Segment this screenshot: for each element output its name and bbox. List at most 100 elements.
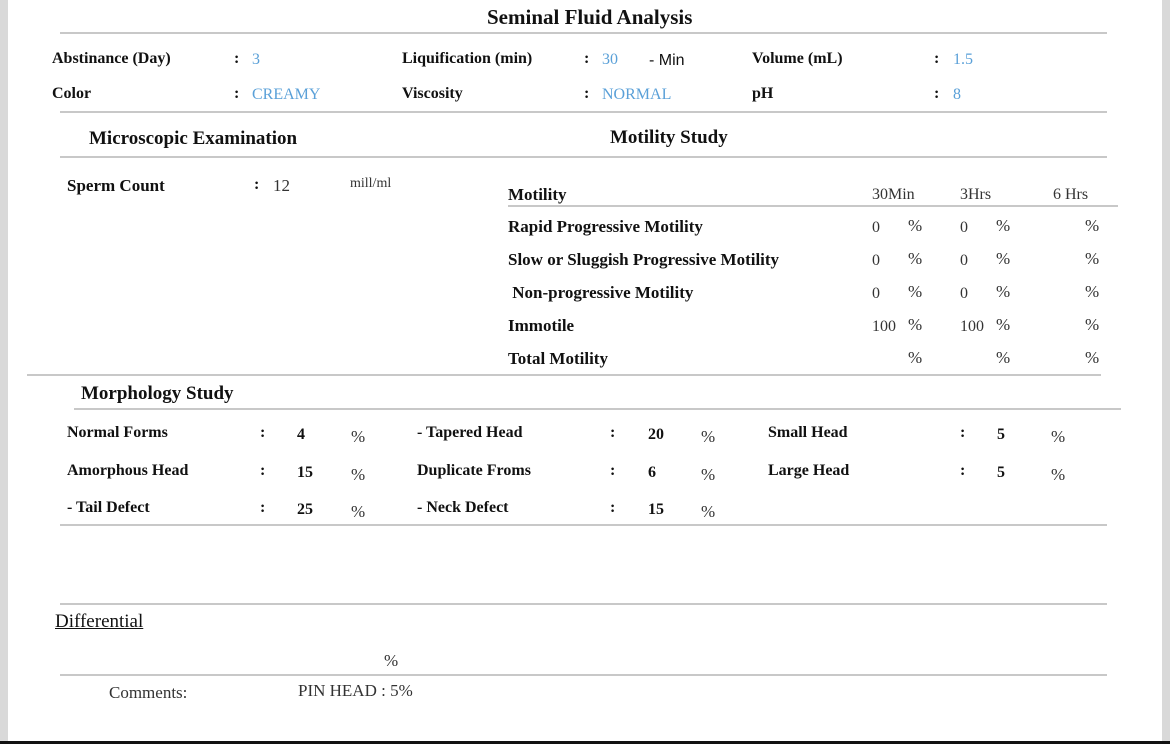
morphology-value: 25 — [297, 501, 313, 518]
divider — [60, 524, 1107, 526]
percent-sign: % — [1085, 282, 1100, 301]
percent-sign: % — [701, 502, 716, 521]
motility-value: 100 — [960, 318, 984, 335]
ph-label: pH — [752, 85, 774, 102]
liquification-label: Liquification (min) — [402, 50, 533, 67]
percent-sign: % — [1051, 427, 1066, 446]
motility-row-label: Non-progressive Motility — [508, 283, 694, 302]
report-title: Seminal Fluid Analysis — [487, 5, 693, 29]
percent-sign: % — [908, 315, 923, 334]
colon: : — [934, 85, 940, 102]
motility-value: 0 — [960, 219, 968, 236]
motility-row-label: Total Motility — [508, 349, 608, 368]
divider — [60, 156, 1107, 158]
motility-value: 0 — [872, 252, 880, 269]
motility-value: 0 — [960, 285, 968, 302]
colon: : — [584, 50, 590, 67]
ph-value: 8 — [953, 86, 961, 103]
colon: : — [234, 85, 240, 102]
percent-sign: % — [908, 249, 923, 268]
percent-sign: % — [1085, 249, 1100, 268]
colon: : — [610, 424, 616, 441]
percent-sign: % — [996, 348, 1011, 367]
color-label: Color — [52, 85, 92, 102]
differential-percent: % — [384, 651, 399, 670]
percent-sign: % — [351, 427, 366, 446]
viscosity-value: NORMAL — [602, 86, 672, 103]
divider — [74, 408, 1121, 410]
percent-sign: % — [996, 249, 1011, 268]
volume-value: 1.5 — [953, 51, 973, 68]
morphology-value: 5 — [997, 426, 1005, 443]
liquification-unit: - Min — [649, 52, 685, 69]
morphology-heading: Morphology Study — [81, 383, 234, 404]
motility-row-label: Rapid Progressive Motility — [508, 217, 703, 236]
colon: : — [960, 462, 966, 479]
colon: : — [610, 462, 616, 479]
percent-sign: % — [996, 315, 1011, 334]
percent-sign: % — [351, 502, 366, 521]
morphology-label: - Neck Defect — [417, 499, 509, 516]
colon: : — [610, 499, 616, 516]
motility-row-label: Immotile — [508, 316, 575, 335]
morphology-label: Large Head — [768, 462, 850, 479]
divider — [60, 603, 1107, 605]
colon: : — [960, 424, 966, 441]
colon: : — [234, 50, 240, 67]
motility-value: 0 — [960, 252, 968, 269]
motility-column-header: Motility — [508, 185, 567, 204]
morphology-value: 5 — [997, 464, 1005, 481]
percent-sign: % — [908, 282, 923, 301]
report-page: Seminal Fluid Analysis Abstinance (Day) … — [8, 0, 1162, 741]
morphology-label: Normal Forms — [67, 424, 168, 441]
motility-value: 100 — [872, 318, 896, 335]
colon: : — [260, 462, 266, 479]
comments-value: PIN HEAD : 5% — [298, 681, 413, 700]
motility-col-30min: 30Min — [872, 186, 915, 203]
percent-sign: % — [908, 348, 923, 367]
sperm-count-unit: mill/ml — [350, 176, 392, 191]
sperm-count-value: 12 — [273, 176, 290, 195]
volume-label: Volume (mL) — [752, 50, 843, 67]
morphology-label: Duplicate Froms — [417, 462, 531, 479]
percent-sign: % — [1085, 348, 1100, 367]
motility-row-label: Slow or Sluggish Progressive Motility — [508, 250, 780, 269]
sperm-count-label: Sperm Count — [67, 176, 165, 195]
morphology-label: - Tapered Head — [417, 424, 523, 441]
motility-value: 0 — [872, 219, 880, 236]
colon: : — [254, 176, 260, 193]
colon: : — [934, 50, 940, 67]
morphology-value: 6 — [648, 464, 656, 481]
percent-sign: % — [1085, 216, 1100, 235]
percent-sign: % — [351, 465, 366, 484]
morphology-value: 20 — [648, 426, 664, 443]
divider — [60, 674, 1107, 676]
comments-label: Comments: — [109, 683, 188, 702]
motility-value: 0 — [872, 285, 880, 302]
motility-col-3hrs: 3Hrs — [960, 186, 992, 203]
percent-sign: % — [701, 427, 716, 446]
percent-sign: % — [996, 282, 1011, 301]
differential-heading: Differential — [55, 611, 144, 632]
morphology-label: Small Head — [768, 424, 848, 441]
colon: : — [260, 499, 266, 516]
morphology-label: - Tail Defect — [67, 499, 150, 516]
colon: : — [260, 424, 266, 441]
percent-sign: % — [1051, 465, 1066, 484]
viscosity-label: Viscosity — [402, 85, 463, 102]
morphology-value: 15 — [297, 464, 313, 481]
divider — [508, 205, 1118, 207]
colon: : — [584, 85, 590, 102]
color-value: CREAMY — [252, 86, 321, 103]
morphology-value: 4 — [297, 426, 305, 443]
divider — [27, 374, 1101, 376]
divider — [60, 111, 1107, 113]
morphology-label: Amorphous Head — [67, 462, 189, 479]
morphology-value: 15 — [648, 501, 664, 518]
abstinance-label: Abstinance (Day) — [52, 50, 171, 67]
percent-sign: % — [996, 216, 1011, 235]
percent-sign: % — [701, 465, 716, 484]
divider — [60, 32, 1107, 34]
motility-heading: Motility Study — [610, 127, 728, 148]
liquification-value: 30 — [602, 51, 618, 68]
